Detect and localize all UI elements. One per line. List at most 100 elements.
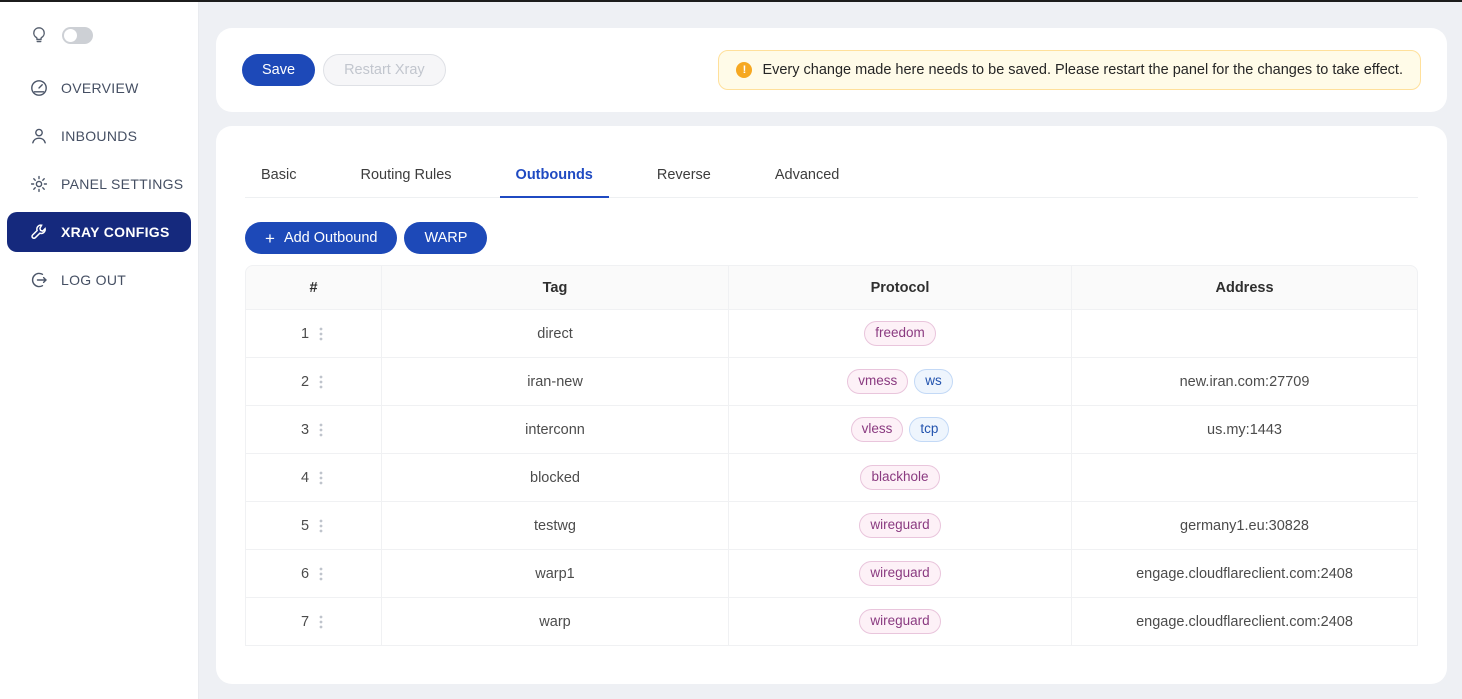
protocol-badges: wireguard xyxy=(859,561,940,586)
cell-protocol: vmessws xyxy=(729,358,1072,406)
protocol-badges: wireguard xyxy=(859,513,940,538)
sidebar-item-overview[interactable]: OVERVIEW xyxy=(0,64,198,112)
column-header-address: Address xyxy=(1072,265,1418,310)
table-row: 3interconnvlesstcpus.my:1443 xyxy=(245,406,1418,454)
row-number-wrap: 3 xyxy=(301,422,326,438)
cell-protocol: blackhole xyxy=(729,454,1072,502)
tab-outbounds[interactable]: Outbounds xyxy=(500,154,609,198)
restart-xray-button[interactable]: Restart Xray xyxy=(323,54,446,86)
protocol-badge-wireguard: wireguard xyxy=(859,513,940,538)
add-outbound-label: Add Outbound xyxy=(284,230,378,246)
tab-routing-rules[interactable]: Routing Rules xyxy=(344,154,467,197)
table-row: 6 warp1 wireguard engage.cloudflareclient.c… xyxy=(245,550,1418,598)
plus-icon: + xyxy=(265,230,275,247)
save-button[interactable]: Save xyxy=(242,54,315,86)
protocol-badges: vmessws xyxy=(847,369,953,394)
content-card: Basic Routing Rules Outbounds Reverse Advanc… xyxy=(216,126,1447,684)
tab-basic[interactable]: Basic xyxy=(245,154,312,197)
row-number: 2 xyxy=(301,374,309,390)
user-icon xyxy=(30,127,48,145)
sidebar-item-label: XRAY CONFIGS xyxy=(61,224,170,240)
table-row: 1directfreedom xyxy=(245,310,1418,358)
row-menu-icon[interactable] xyxy=(316,374,326,390)
warp-button[interactable]: WARP xyxy=(404,222,487,254)
cell-tag: warp1 xyxy=(382,550,729,598)
dashboard-icon xyxy=(30,79,48,97)
warning-alert: ! Every change made here needs to be sav… xyxy=(718,50,1421,90)
cell-address xyxy=(1072,310,1418,358)
warning-icon: ! xyxy=(736,62,752,78)
column-header-number: # xyxy=(245,265,382,310)
sidebar-item-log-out[interactable]: LOG OUT xyxy=(0,256,198,304)
cell-tag: testwg xyxy=(382,502,729,550)
column-header-protocol: Protocol xyxy=(729,265,1072,310)
sidebar-item-label: OVERVIEW xyxy=(61,80,139,96)
sidebar-nav: OVERVIEW INBOUNDS PANEL SETTINGS XRAY CONFI… xyxy=(0,64,198,304)
actions-row: + Add Outbound WARP xyxy=(245,222,1418,254)
protocol-badge-wireguard: wireguard xyxy=(859,561,940,586)
table-row: 4 blockedblackhole xyxy=(245,454,1418,502)
cell-number: 6 xyxy=(245,550,382,598)
row-menu-icon[interactable] xyxy=(316,422,326,438)
row-number-wrap: 2 xyxy=(301,374,326,390)
logout-icon xyxy=(30,271,48,289)
sidebar: OVERVIEW INBOUNDS PANEL SETTINGS XRAY CONFI… xyxy=(0,2,199,699)
tab-advanced[interactable]: Advanced xyxy=(759,154,856,197)
outbounds-table: # Tag Protocol Address 1directfreedom 2 ir… xyxy=(245,265,1418,646)
dark-mode-toggle[interactable] xyxy=(62,27,93,44)
column-header-tag: Tag xyxy=(382,265,729,310)
cell-protocol: wireguard xyxy=(729,502,1072,550)
sidebar-item-xray-configs[interactable]: XRAY CONFIGS xyxy=(7,212,191,252)
cell-address: us.my:1443 xyxy=(1072,406,1418,454)
row-menu-icon[interactable] xyxy=(316,518,326,534)
row-number-wrap: 4 xyxy=(301,470,326,486)
protocol-badge-freedom: freedom xyxy=(864,321,936,346)
table-row: 5testwg wireguard germany1.eu:30828 xyxy=(245,502,1418,550)
row-menu-icon[interactable] xyxy=(316,470,326,486)
sidebar-item-label: INBOUNDS xyxy=(61,128,137,144)
table-row: 7warpwireguardengage.cloudflareclient.co… xyxy=(245,598,1418,646)
toolbar-buttons: Save Restart Xray xyxy=(242,54,446,86)
toolbar-card: Save Restart Xray ! Every change made he… xyxy=(216,28,1447,112)
cell-tag: iran-new xyxy=(382,358,729,406)
protocol-badge-vmess: vmess xyxy=(847,369,908,394)
gear-icon xyxy=(30,175,48,193)
sidebar-item-inbounds[interactable]: INBOUNDS xyxy=(0,112,198,160)
row-number: 4 xyxy=(301,470,309,486)
cell-protocol: freedom xyxy=(729,310,1072,358)
row-number: 1 xyxy=(301,326,309,342)
protocol-badges: freedom xyxy=(864,321,936,346)
wrench-icon xyxy=(30,223,48,241)
cell-protocol: vlesstcp xyxy=(729,406,1072,454)
cell-address: engage.cloudflareclient.com:2408 xyxy=(1072,550,1418,598)
sidebar-item-label: LOG OUT xyxy=(61,272,126,288)
cell-address: new.iran.com:27709 xyxy=(1072,358,1418,406)
cell-protocol: wireguard xyxy=(729,550,1072,598)
cell-tag: blocked xyxy=(382,454,729,502)
row-menu-icon[interactable] xyxy=(316,566,326,582)
sidebar-item-panel-settings[interactable]: PANEL SETTINGS xyxy=(0,160,198,208)
tab-reverse[interactable]: Reverse xyxy=(641,154,727,197)
table-row: 2 iran-new vmessws new.iran.com:27709 xyxy=(245,358,1418,406)
row-menu-icon[interactable] xyxy=(316,326,326,342)
main-area: Save Restart Xray ! Every change made he… xyxy=(199,2,1462,699)
protocol-badges: wireguard xyxy=(859,609,940,634)
cell-number: 4 xyxy=(245,454,382,502)
protocol-badge-vless: vless xyxy=(851,417,904,442)
tab-bar: Basic Routing Rules Outbounds Reverse Advanc… xyxy=(245,126,1418,198)
cell-number: 3 xyxy=(245,406,382,454)
cell-address: engage.cloudflareclient.com:2408 xyxy=(1072,598,1418,646)
protocol-badge-wireguard: wireguard xyxy=(859,609,940,634)
row-number-wrap: 1 xyxy=(301,326,326,342)
row-number-wrap: 7 xyxy=(301,614,326,630)
cell-address: germany1.eu:30828 xyxy=(1072,502,1418,550)
add-outbound-button[interactable]: + Add Outbound xyxy=(245,222,397,254)
toggle-knob xyxy=(64,29,77,42)
cell-address xyxy=(1072,454,1418,502)
row-number: 6 xyxy=(301,566,309,582)
row-menu-icon[interactable] xyxy=(316,614,326,630)
cell-number: 5 xyxy=(245,502,382,550)
bulb-icon xyxy=(30,26,48,44)
row-number: 7 xyxy=(301,614,309,630)
cell-protocol: wireguard xyxy=(729,598,1072,646)
